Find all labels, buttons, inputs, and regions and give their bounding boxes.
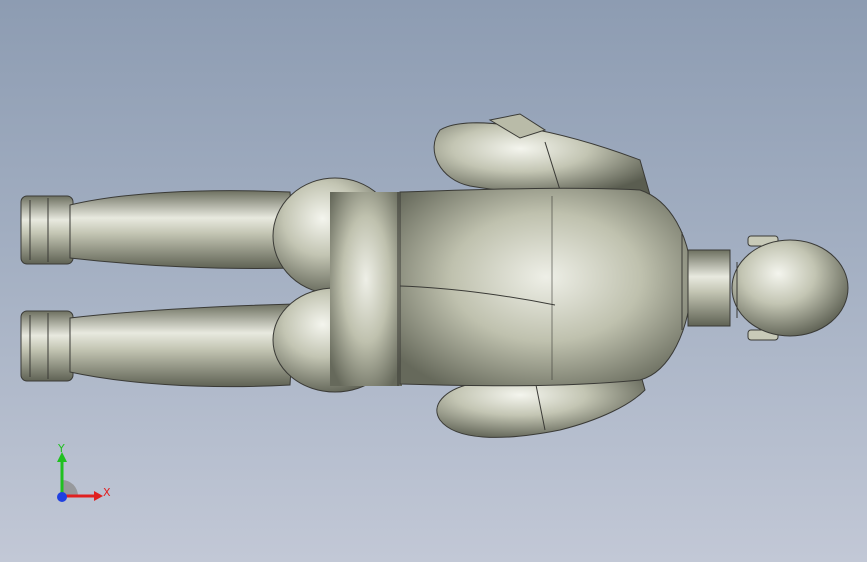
z-axis-dot	[57, 492, 67, 502]
x-axis-label: X	[103, 486, 111, 499]
torso	[399, 187, 693, 387]
hips	[272, 177, 407, 393]
right-leg	[69, 303, 296, 388]
left-leg	[69, 190, 296, 270]
right-foot	[20, 310, 74, 382]
coordinate-triad: Y X	[57, 442, 111, 502]
humanoid-model[interactable]	[0, 0, 867, 562]
head	[731, 235, 849, 341]
graphics-viewport[interactable]: Y X	[0, 0, 867, 562]
left-foot	[20, 195, 74, 265]
upper-arm-top	[433, 113, 651, 197]
x-axis-arrow	[94, 491, 103, 501]
y-axis-label: Y	[57, 442, 65, 455]
neck	[687, 249, 731, 327]
